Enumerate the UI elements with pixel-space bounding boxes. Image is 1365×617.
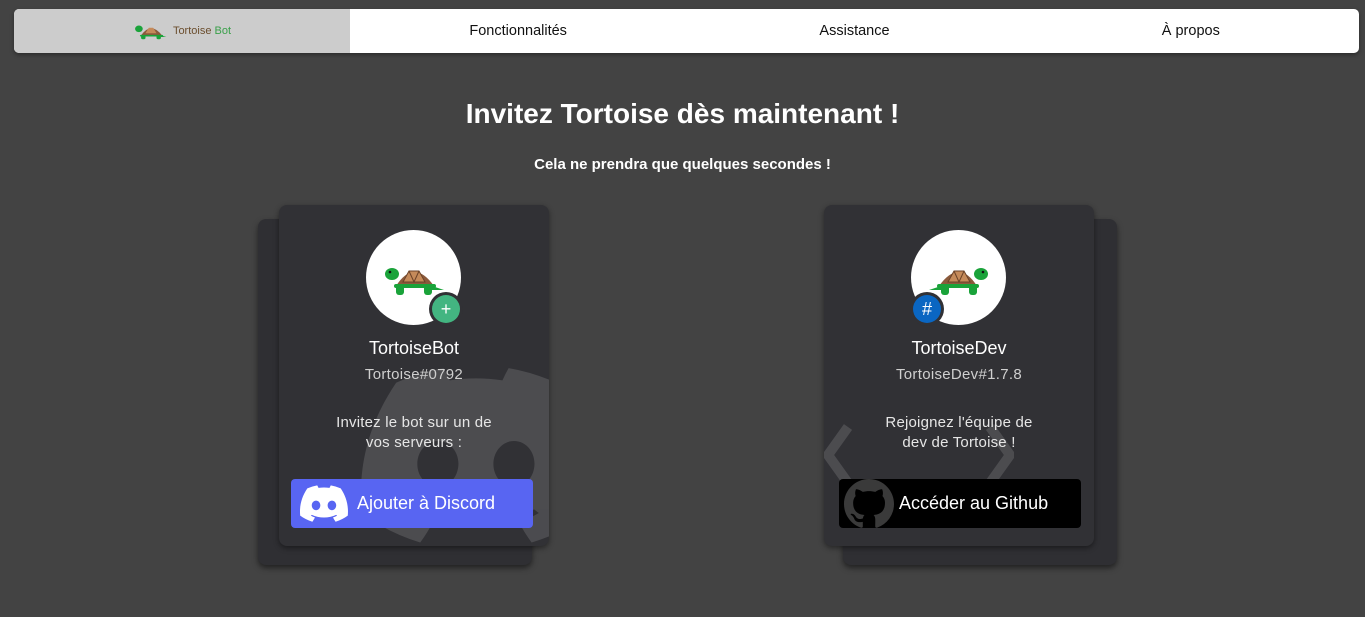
- channel-badge: #: [910, 292, 944, 326]
- tortoise-icon: [384, 267, 444, 295]
- bot-name: TortoiseBot: [368, 338, 460, 358]
- discord-icon: [291, 479, 357, 528]
- github-icon: [839, 479, 899, 528]
- github-label: Accéder au Github: [899, 493, 1049, 513]
- brand-logo[interactable]: Tortoise Bot: [14, 9, 350, 53]
- tortoise-icon: [134, 25, 167, 40]
- nav-item-support[interactable]: Assistance: [686, 9, 1022, 53]
- hashtag-icon: #: [913, 295, 941, 323]
- add-badge: +: [429, 292, 463, 326]
- nav-item-about[interactable]: À propos: [1023, 9, 1359, 53]
- add-to-discord-button[interactable]: Ajouter à Discord: [291, 479, 533, 528]
- bot-tag: Tortoise#0792: [364, 366, 464, 383]
- brand-name: Tortoise Bot: [172, 25, 232, 37]
- dev-name: TortoiseDev: [911, 338, 1007, 358]
- github-button[interactable]: Accéder au Github: [839, 479, 1081, 528]
- tortoise-icon: [928, 267, 988, 295]
- dev-description: Rejoignez l'équipe de dev de Tortoise !: [885, 414, 1033, 451]
- navbar: Tortoise Bot Fonctionnalités Assistance …: [14, 9, 1359, 53]
- bot-card: + TortoiseBot Tortoise#0792 Invitez le b…: [279, 205, 549, 546]
- add-to-discord-label: Ajouter à Discord: [357, 493, 496, 513]
- nav-item-features[interactable]: Fonctionnalités: [350, 9, 686, 53]
- bot-description: Invitez le bot sur un de vos serveurs :: [336, 414, 492, 451]
- page-title: Invitez Tortoise dès maintenant !: [465, 98, 900, 129]
- dev-tag: TortoiseDev#1.7.8: [895, 366, 1022, 383]
- dev-card: # TortoiseDev TortoiseDev#1.7.8 Rejoigne…: [824, 205, 1094, 546]
- page-subtitle: Cela ne prendra que quelques secondes !: [534, 156, 831, 173]
- plus-icon: +: [432, 295, 460, 323]
